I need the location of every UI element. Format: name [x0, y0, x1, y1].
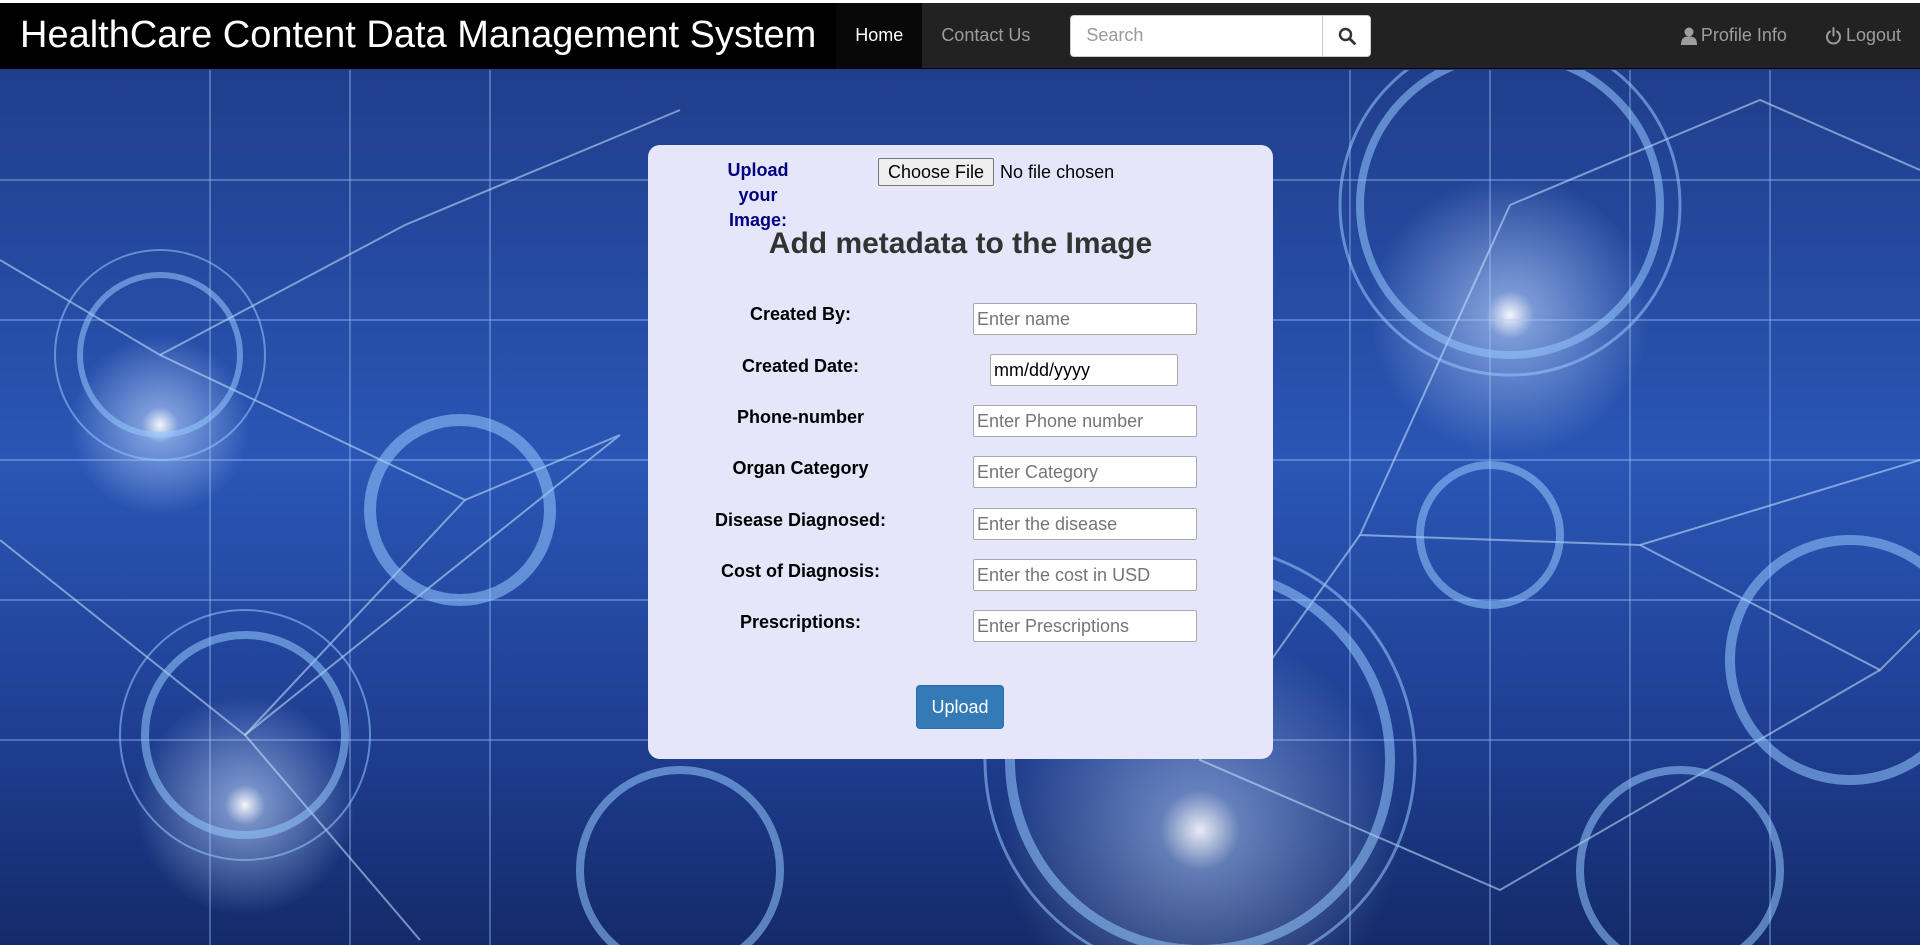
choose-file-button[interactable]: Choose File: [878, 158, 995, 186]
upload-button[interactable]: Upload: [916, 685, 1004, 729]
form-title: Add metadata to the Image: [768, 227, 1153, 260]
top-navbar: HealthCare Content Data Management Syste…: [0, 2, 1920, 69]
brand-title[interactable]: HealthCare Content Data Management Syste…: [0, 2, 837, 69]
created-by-input[interactable]: [973, 303, 1197, 335]
created-by-label: Created By:: [749, 304, 852, 324]
disease-diagnosed-label: Disease Diagnosed:: [714, 510, 887, 530]
logout-label: Logout: [1845, 25, 1901, 45]
organ-category-label: Organ Category: [732, 458, 869, 478]
cost-of-diagnosis-label: Cost of Diagnosis:: [720, 561, 880, 581]
upload-image-label: Upload your Image:: [727, 160, 789, 230]
file-status: No file chosen: [1000, 161, 1115, 182]
nav-contact-us[interactable]: Contact Us: [922, 3, 1049, 69]
metadata-form-card: Upload your Image: Choose File No file c…: [648, 145, 1273, 759]
phone-number-label: Phone-number: [736, 407, 864, 427]
profile-info-label: Profile Info: [1700, 25, 1787, 45]
cost-of-diagnosis-input[interactable]: [973, 559, 1197, 591]
right-nav: Profile Info Logout: [1662, 3, 1920, 69]
search-input[interactable]: [1070, 14, 1323, 57]
search-form: [1070, 14, 1372, 57]
search-icon: [1338, 27, 1356, 45]
created-date-placeholder: mm/dd/yyyy: [994, 359, 1091, 380]
search-button[interactable]: [1322, 14, 1372, 57]
created-date-label: Created Date:: [741, 356, 860, 376]
phone-number-input[interactable]: [973, 405, 1197, 437]
prescriptions-label: Prescriptions:: [739, 612, 862, 632]
user-icon: [1680, 27, 1697, 45]
prescriptions-input[interactable]: [973, 610, 1197, 642]
created-date-input[interactable]: mm/dd/yyyy: [990, 354, 1178, 386]
organ-category-input[interactable]: [973, 456, 1197, 488]
power-icon: [1825, 26, 1841, 44]
nav-home[interactable]: Home: [836, 2, 923, 69]
nav-logout[interactable]: Logout: [1806, 3, 1920, 69]
disease-diagnosed-input[interactable]: [973, 508, 1197, 540]
nav-profile-info[interactable]: Profile Info: [1662, 3, 1806, 69]
file-picker: Choose File No file chosen: [878, 158, 1114, 186]
